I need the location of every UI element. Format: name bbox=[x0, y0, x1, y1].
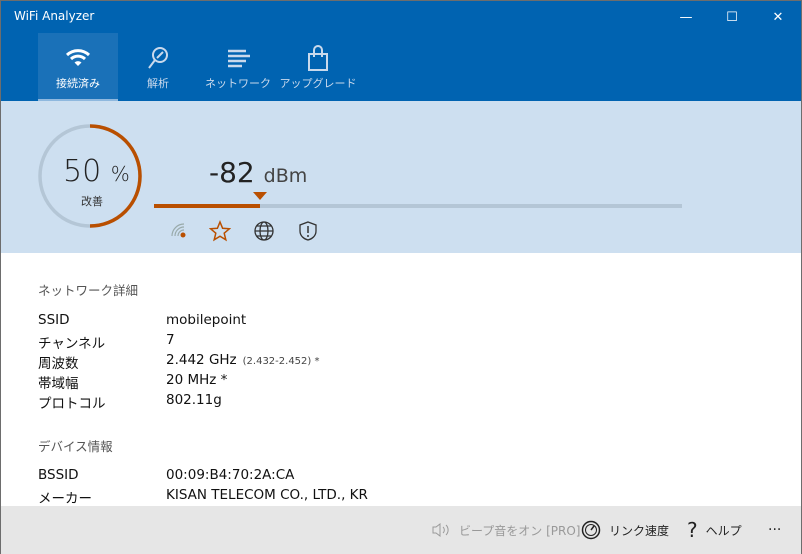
tab-analyze[interactable]: 解析 bbox=[118, 33, 198, 101]
globe-icon[interactable] bbox=[253, 220, 275, 246]
tab-label: アップグレード bbox=[279, 77, 357, 90]
maximize-button[interactable]: ☐ bbox=[709, 1, 755, 33]
signal-bar-fill bbox=[154, 204, 260, 208]
analyze-icon bbox=[148, 47, 168, 69]
network-details-heading: ネットワーク詳細 bbox=[38, 283, 139, 298]
tab-label: 解析 bbox=[147, 77, 169, 90]
speedometer-icon bbox=[581, 520, 601, 540]
signal-icon[interactable] bbox=[169, 220, 187, 242]
quality-percent: 50 % bbox=[63, 154, 130, 189]
more-button[interactable]: ··· bbox=[768, 506, 781, 554]
tab-connected[interactable]: 接続済み bbox=[38, 33, 118, 101]
shield-icon[interactable] bbox=[297, 220, 319, 246]
tab-upgrade[interactable]: アップグレード bbox=[278, 33, 358, 101]
signal-strength: -82 dBm bbox=[209, 156, 308, 189]
help-icon: ? bbox=[687, 518, 698, 542]
minimize-button[interactable]: — bbox=[663, 1, 709, 33]
signal-marker-icon bbox=[252, 192, 267, 200]
tab-label: 接続済み bbox=[56, 77, 100, 90]
window-title: WiFi Analyzer bbox=[14, 9, 95, 23]
star-icon[interactable] bbox=[208, 220, 232, 246]
tab-label: ネットワーク bbox=[205, 77, 271, 90]
wifi-icon bbox=[65, 49, 91, 66]
tab-network[interactable]: ネットワーク bbox=[198, 33, 278, 101]
shopping-bag-icon bbox=[308, 45, 328, 71]
signal-bar bbox=[154, 192, 682, 208]
nav-tabs: 接続済み 解析 ネットワーク アップグレード bbox=[1, 33, 801, 101]
speaker-icon bbox=[432, 523, 449, 537]
close-button[interactable]: ✕ bbox=[755, 1, 801, 33]
signal-panel: 50 % 改善 -82 dBm bbox=[1, 101, 801, 253]
device-info-heading: デバイス情報 bbox=[38, 439, 113, 454]
help-button[interactable]: ? ヘルプ bbox=[687, 506, 742, 554]
command-bar: ビープ音をオン [PRO] リンク速度 ? ヘルプ ··· bbox=[1, 506, 801, 554]
details: ネットワーク詳細 SSID mobilepoint チャンネル 7 周波数 2.442… bbox=[1, 253, 801, 507]
network-list-icon bbox=[228, 49, 250, 68]
link-speed-button[interactable]: リンク速度 bbox=[581, 506, 669, 554]
title-bar: WiFi Analyzer — ☐ ✕ bbox=[1, 1, 801, 33]
quality-label: 改善 bbox=[81, 195, 103, 208]
beep-button[interactable]: ビープ音をオン [PRO] bbox=[431, 506, 580, 554]
